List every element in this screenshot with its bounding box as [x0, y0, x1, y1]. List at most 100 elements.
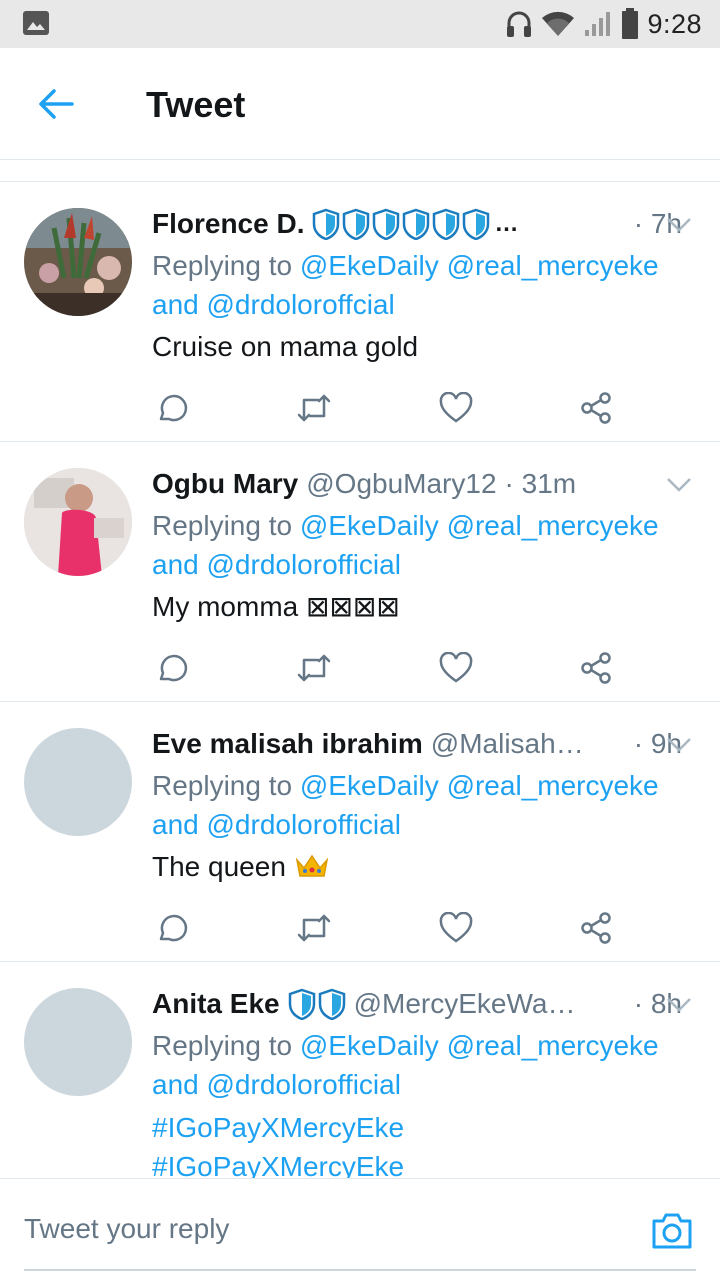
like-button[interactable]	[436, 388, 476, 428]
reply-button[interactable]	[152, 908, 192, 948]
tweet-header: Eve malisah ibrahim @Malisah… · 9h	[152, 722, 682, 766]
reply-composer: Tweet your reply	[0, 1178, 720, 1280]
shield-badge-icon	[373, 208, 400, 240]
tweet-header: Ogbu Mary @OgbuMary12 · 31m	[152, 462, 682, 506]
arrow-left-icon	[39, 89, 74, 119]
tweet-actions	[152, 648, 622, 688]
mention-link[interactable]: @real_mercyeke	[447, 250, 659, 281]
mention-link[interactable]: @real_mercyeke	[447, 510, 659, 541]
mention-link[interactable]: @drdolorofficial	[207, 1069, 401, 1100]
share-button[interactable]	[576, 388, 616, 428]
mention-link[interactable]: @real_mercyeke	[447, 1030, 659, 1061]
chevron-down-icon[interactable]	[666, 216, 692, 234]
camera-button[interactable]	[650, 1211, 694, 1251]
mention-link[interactable]: @drdolorofficial	[207, 549, 401, 580]
replying-to: Replying to @EkeDaily @real_mercyeke and…	[152, 246, 682, 324]
replying-to: Replying to @EkeDaily @real_mercyeke and…	[152, 506, 682, 584]
headphones-icon	[507, 11, 532, 37]
tweet-text: My momma ⊠⊠⊠⊠	[152, 591, 400, 622]
mention-link[interactable]: @EkeDaily	[300, 1030, 439, 1061]
like-button[interactable]	[436, 908, 476, 948]
tweet-header: Anita Eke @MercyEkeWa… · 8h	[152, 982, 682, 1026]
display-name[interactable]: Anita Eke	[152, 988, 280, 1020]
retweet-button[interactable]	[294, 648, 334, 688]
tweet-actions	[152, 388, 622, 428]
tweet-header: Florence D. … · 7h	[152, 202, 682, 246]
signal-icon	[585, 12, 611, 36]
shield-badge-icon	[313, 208, 340, 240]
hashtag-link[interactable]: #IGoPayXMercyEke	[152, 1108, 682, 1147]
retweet-icon	[297, 394, 331, 422]
tweet-content: Anita Eke @MercyEkeWa… · 8h Replying to …	[152, 982, 682, 1178]
shield-badge-icon	[433, 208, 460, 240]
battery-icon	[622, 8, 639, 39]
mention-link[interactable]: @real_mercyeke	[447, 770, 659, 801]
shield-badge-icon	[288, 988, 315, 1020]
replying-to: Replying to @EkeDaily @real_mercyeke and…	[152, 1026, 682, 1104]
mention-link[interactable]: @EkeDaily	[300, 250, 439, 281]
share-button[interactable]	[576, 908, 616, 948]
avatar[interactable]	[24, 208, 132, 316]
and-word: and	[152, 809, 199, 840]
avatar[interactable]	[24, 988, 132, 1096]
replies-feed[interactable]: Florence D. … · 7h Replying to @EkeDaily…	[0, 182, 720, 1178]
share-icon	[581, 652, 611, 684]
reply-icon	[159, 654, 188, 682]
display-name[interactable]: Florence D.	[152, 208, 304, 240]
tweet-content: Eve malisah ibrahim @Malisah… · 9h Reply…	[152, 722, 682, 888]
tweet-text: Cruise on mama gold	[152, 331, 419, 362]
shield-badge-icon	[403, 208, 430, 240]
replying-prefix: Replying to	[152, 770, 293, 801]
gallery-icon	[23, 11, 49, 35]
reply-button[interactable]	[152, 388, 192, 428]
input-underline	[24, 1269, 696, 1271]
tweet-item[interactable]: Eve malisah ibrahim @Malisah… · 9h Reply…	[0, 702, 720, 962]
display-name[interactable]: Eve malisah ibrahim	[152, 728, 423, 760]
tweet-item[interactable]: Ogbu Mary @OgbuMary12 · 31m Replying to …	[0, 442, 720, 702]
status-time: 9:28	[647, 8, 702, 39]
display-name[interactable]: Ogbu Mary	[152, 468, 298, 500]
badge-group: …	[312, 208, 518, 240]
mention-link[interactable]: @EkeDaily	[300, 510, 439, 541]
reply-icon	[159, 394, 188, 422]
mention-link[interactable]: @drdoloroffcial	[207, 289, 395, 320]
tweet-text-content: The queen	[152, 851, 286, 882]
share-icon	[581, 392, 611, 424]
share-icon	[581, 912, 611, 944]
and-word: and	[152, 549, 199, 580]
replying-prefix: Replying to	[152, 510, 293, 541]
chevron-down-icon[interactable]	[666, 476, 692, 494]
reply-button[interactable]	[152, 648, 192, 688]
avatar[interactable]	[24, 728, 132, 836]
and-word: and	[152, 1069, 199, 1100]
tweet-item[interactable]: Florence D. … · 7h Replying to @EkeDaily…	[0, 182, 720, 442]
heart-icon	[439, 392, 473, 423]
mention-link[interactable]: @drdolorofficial	[207, 809, 401, 840]
page-title: Tweet	[146, 84, 246, 125]
shield-badge-icon	[463, 208, 490, 240]
heart-icon	[439, 912, 473, 943]
share-button[interactable]	[576, 648, 616, 688]
retweet-button[interactable]	[294, 388, 334, 428]
badge-ellipsis: …	[494, 210, 519, 237]
reply-input[interactable]: Tweet your reply	[24, 1213, 229, 1245]
crown-icon	[295, 854, 328, 877]
tweet-item[interactable]: Anita Eke @MercyEkeWa… · 8h Replying to …	[0, 962, 720, 1178]
like-button[interactable]	[436, 648, 476, 688]
tweet-text: The queen	[152, 846, 682, 888]
top-app-bar: Tweet	[0, 48, 720, 160]
badge-group	[288, 988, 346, 1020]
retweet-icon	[297, 914, 331, 942]
hashtag-link[interactable]: #IGoPayXMercyEke	[152, 1147, 682, 1178]
mention-link[interactable]: @EkeDaily	[300, 770, 439, 801]
retweet-button[interactable]	[294, 908, 334, 948]
and-word: and	[152, 289, 199, 320]
chevron-down-icon[interactable]	[666, 996, 692, 1014]
chevron-down-icon[interactable]	[666, 736, 692, 754]
reply-icon	[159, 914, 188, 942]
avatar[interactable]	[24, 468, 132, 576]
user-handle: @MercyEkeWa…	[353, 988, 576, 1019]
tweet-actions	[152, 908, 622, 948]
back-button[interactable]	[28, 82, 84, 126]
user-handle: @OgbuMary12	[306, 468, 497, 499]
